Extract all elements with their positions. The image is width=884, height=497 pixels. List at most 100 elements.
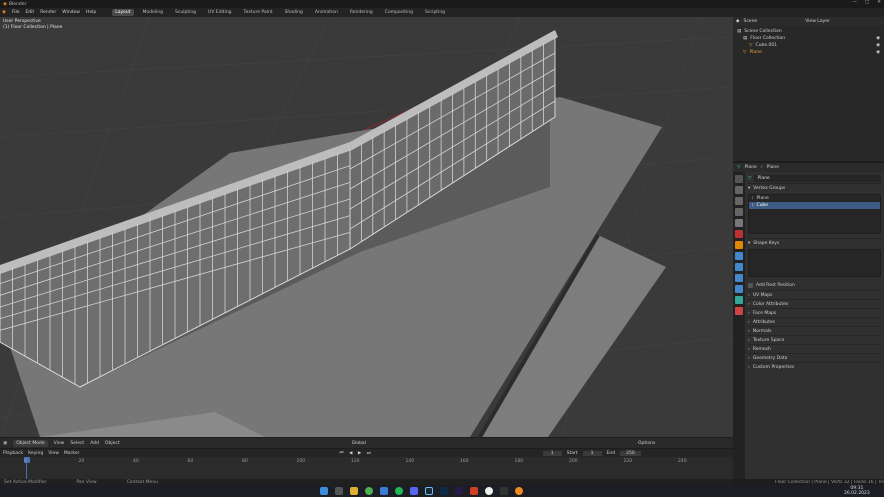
3d-viewport[interactable]: User Perspective (1) Floor Collection | … [0,17,733,437]
after-effects-icon[interactable] [455,487,463,495]
tool-tab-icon[interactable] [735,175,743,183]
section-texture-space[interactable]: › Texture Space [748,335,881,344]
workspace-tab-shading[interactable]: Shading [282,9,306,16]
workspace-tab-sculpting[interactable]: Sculpting [172,9,199,16]
output-tab-icon[interactable] [735,197,743,205]
workspace-tab-uv-editing[interactable]: UV Editing [205,9,234,16]
chevron-down-icon: ▾ [748,185,751,191]
window-controls: — □ ✕ [852,0,881,5]
shape-keys-list[interactable] [748,249,881,277]
tree-item-plane[interactable]: ▽ Plane ◉ [733,49,884,56]
unreal-icon[interactable] [485,487,493,495]
section-uv-maps[interactable]: › UV Maps [748,290,881,299]
menu-window[interactable]: Window [62,10,80,15]
chevron-right-icon: › [748,346,750,352]
mode-select[interactable]: Object Mode [13,439,48,447]
current-frame-field[interactable]: 1 [542,450,562,456]
play-controls[interactable]: ⏮ ◀ ▶ ⏭ [339,450,372,456]
modifier-tab-icon[interactable] [735,252,743,260]
menu-edit[interactable]: Edit [25,10,34,15]
menu-view[interactable]: View [54,441,65,446]
section-face-maps[interactable]: › Face Maps [748,308,881,317]
particles-tab-icon[interactable] [735,263,743,271]
menu-select[interactable]: Select [70,441,84,446]
physics-tab-icon[interactable] [735,274,743,282]
menu-add[interactable]: Add [90,441,99,446]
workspace-tab-layout[interactable]: Layout [112,9,134,16]
minimize-icon[interactable]: — [852,0,857,5]
menu-help[interactable]: Help [86,10,96,15]
start-field[interactable]: 1 [582,450,602,456]
section-normals[interactable]: › Normals [748,326,881,335]
checkbox[interactable] [748,283,753,288]
chevron-down-icon: ▾ [748,240,751,246]
scene-select[interactable]: Scene [743,19,757,24]
visibility-icon[interactable]: ◉ [876,36,880,41]
workspace-tab-scripting[interactable]: Scripting [422,9,448,16]
view-layer-select[interactable]: View Layer [805,19,830,24]
data-tab-icon[interactable] [735,296,743,304]
breadcrumb-object: Plane [744,165,757,170]
marker-menu[interactable]: Marker [64,451,80,456]
discord-icon[interactable] [410,487,418,495]
menu-object[interactable]: Object [105,441,120,446]
tree-item-floor-collection[interactable]: ▤ Floor Collection ◉ [733,35,884,42]
vertex-groups-list[interactable]: ⁝ Plane ⁝ Cube [748,194,881,234]
object-tab-icon[interactable] [735,241,743,249]
vertex-group-plane[interactable]: ⁝ Plane [749,195,880,202]
render-tab-icon[interactable] [735,186,743,194]
blender-taskbar-icon[interactable] [515,487,523,495]
tree-item-scene-collection[interactable]: ▤ Scene Collection [733,28,884,35]
workspace-tab-rendering[interactable]: Rendering [347,9,376,16]
keying-menu[interactable]: Keying [28,451,43,456]
breadcrumb-data: Plane [766,165,779,170]
workspace-tab-modeling[interactable]: Modeling [140,9,166,16]
section-geometry-data[interactable]: › Geometry Data [748,353,881,362]
blender-menu-icon[interactable]: ◉ [2,10,6,15]
section-custom-properties[interactable]: › Custom Properties [748,362,881,371]
vertex-groups-section[interactable]: ▾ Vertex Groups [748,183,881,192]
store-icon[interactable] [380,487,388,495]
system-clock[interactable]: 09:31 26.02.2023 [844,486,870,496]
options-button[interactable]: Options [638,441,655,446]
start-icon[interactable] [320,487,328,495]
workspace-tab-compositing[interactable]: Compositing [382,9,416,16]
editor-type-icon[interactable]: ▣ [3,441,7,446]
view-menu[interactable]: View [48,451,59,456]
office-icon[interactable] [470,487,478,495]
workspace-tab-animation[interactable]: Animation [312,9,341,16]
photoshop-icon[interactable] [440,487,448,495]
visibility-icon[interactable]: ◉ [876,43,880,48]
shape-keys-section[interactable]: ▾ Shape Keys [748,238,881,247]
chrome-icon[interactable] [365,487,373,495]
timeline-ruler[interactable]: 0 20 40 60 80 100 120 140 160 180 200 220 240 [0,457,733,479]
add-rest-position-row[interactable]: Add Rest Position [748,281,881,290]
outliner[interactable]: ▤ Scene Collection ▤ Floor Collection ◉ … [733,26,884,161]
epic-icon[interactable] [500,487,508,495]
material-tab-icon[interactable] [735,307,743,315]
constraints-tab-icon[interactable] [735,285,743,293]
scene-tab-icon[interactable] [735,219,743,227]
steam-icon[interactable] [425,487,433,495]
menu-render[interactable]: Render [40,10,56,15]
playback-menu[interactable]: Playback [3,451,23,456]
world-tab-icon[interactable] [735,230,743,238]
spotify-icon[interactable] [395,487,403,495]
section-attributes[interactable]: › Attributes [748,317,881,326]
close-icon[interactable]: ✕ [877,0,881,5]
mesh-name-field[interactable]: Plane [754,175,881,182]
menu-file[interactable]: File [12,10,20,15]
workspace-tab-texture-paint[interactable]: Texture Paint [241,9,276,16]
end-field[interactable]: 250 [620,450,641,456]
maximize-icon[interactable]: □ [865,0,869,5]
section-remesh[interactable]: › Remesh [748,344,881,353]
file-explorer-icon[interactable] [350,487,358,495]
view-layer-tab-icon[interactable] [735,208,743,216]
vertex-group-cube[interactable]: ⁝ Cube [749,202,880,209]
search-icon[interactable] [335,487,343,495]
section-color-attributes[interactable]: › Color Attributes [748,299,881,308]
visibility-icon[interactable]: ◉ [876,50,880,55]
tree-item-cube[interactable]: ▽ Cube.001 ◉ [733,42,884,49]
timeline-tick-label: 20 [78,459,85,464]
transform-orientation-select[interactable]: Global [352,441,366,446]
